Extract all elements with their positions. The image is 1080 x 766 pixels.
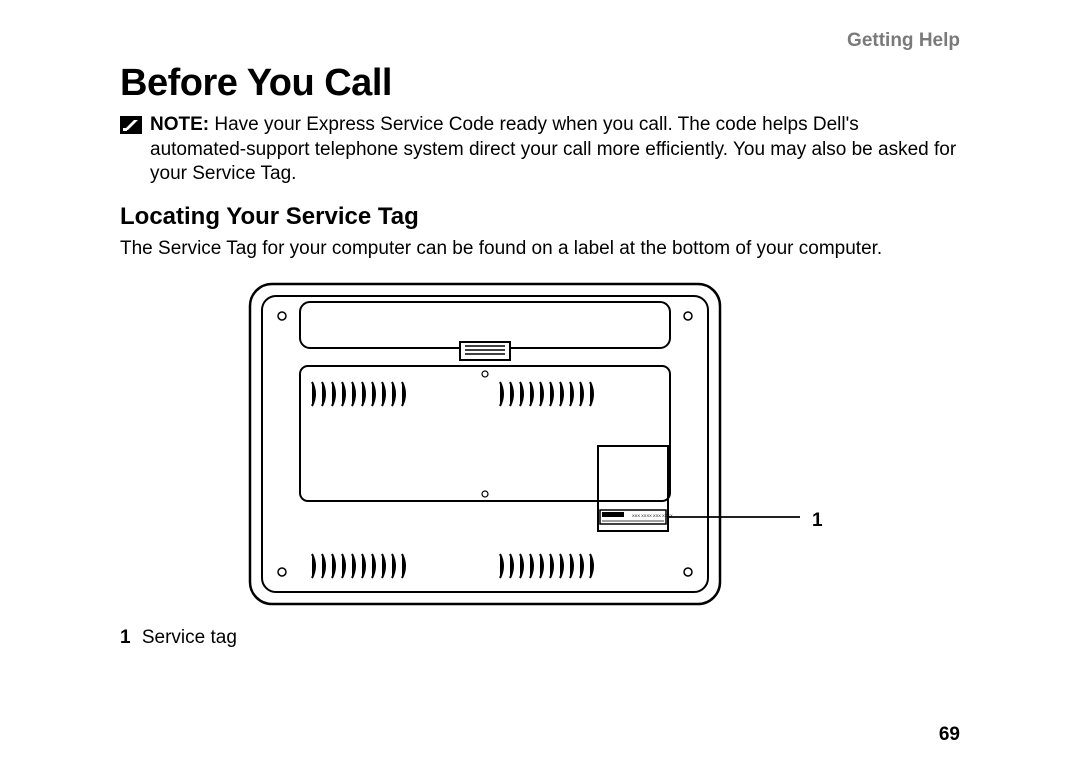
- figure-callout-number: 1: [812, 510, 823, 532]
- figure-legend: 1 Service tag: [120, 627, 960, 649]
- page-number: 69: [939, 724, 960, 746]
- subheading: Locating Your Service Tag: [120, 203, 960, 231]
- page-title: Before You Call: [120, 62, 960, 105]
- note-block: NOTE: Have your Express Service Code rea…: [120, 113, 960, 187]
- svg-text:XXX XXXX XXX XXXX: XXX XXXX XXX XXXX: [632, 513, 673, 518]
- laptop-bottom-illustration: XXX XXXX XXX XXXX: [240, 274, 800, 614]
- note-body: Have your Express Service Code ready whe…: [150, 114, 956, 184]
- note-icon: [120, 116, 142, 134]
- figure: XXX XXXX XXX XXXX 1: [240, 274, 960, 619]
- note-text: NOTE: Have your Express Service Code rea…: [150, 113, 960, 187]
- header-section: Getting Help: [120, 30, 960, 52]
- note-label: NOTE:: [150, 114, 209, 135]
- legend-number: 1: [120, 627, 131, 648]
- body-text: The Service Tag for your computer can be…: [120, 237, 960, 262]
- legend-text: Service tag: [142, 627, 237, 648]
